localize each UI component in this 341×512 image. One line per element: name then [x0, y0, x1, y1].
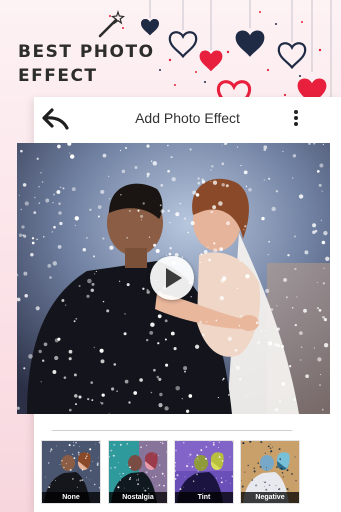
app-toolbar: Add Photo Effect	[34, 98, 341, 140]
effect-thumb-nostalgia[interactable]: Nostalgia	[108, 440, 168, 504]
promo-title-line1: BEST PHOTO	[18, 42, 155, 62]
promo-title: BEST PHOTO EFFECT	[18, 40, 155, 88]
effect-label: None	[42, 492, 100, 503]
effect-thumb-tint[interactable]: Tint	[174, 440, 234, 504]
effect-thumb-none[interactable]: None	[41, 440, 101, 504]
effect-thumb-negative[interactable]: Negative	[240, 440, 300, 504]
magic-wand-icon	[98, 10, 126, 38]
effect-label: Negative	[241, 492, 299, 503]
effect-label: Nostalgia	[109, 492, 167, 503]
more-vert-icon[interactable]	[291, 108, 301, 130]
play-icon[interactable]	[150, 256, 194, 300]
promo-title-line2: EFFECT	[18, 66, 98, 86]
effects-divider	[52, 430, 292, 431]
effect-label: Tint	[175, 492, 233, 503]
